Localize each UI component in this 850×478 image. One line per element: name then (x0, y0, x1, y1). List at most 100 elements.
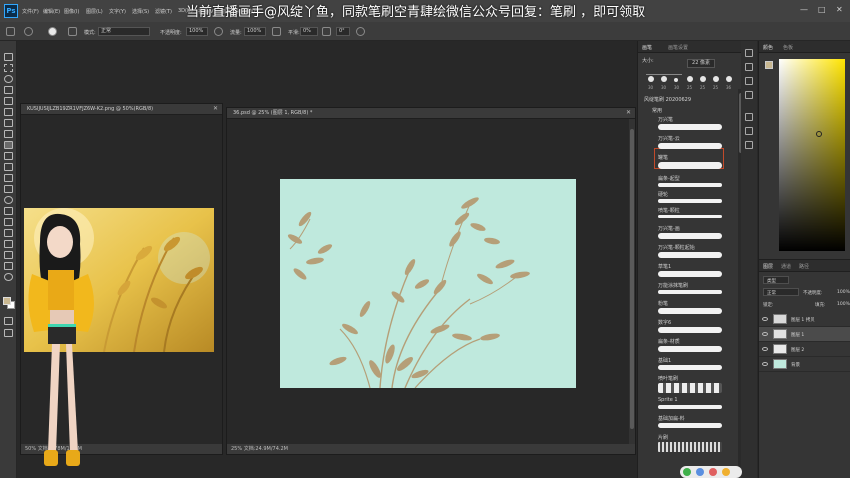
blend-mode-select[interactable]: 正常 (763, 288, 799, 296)
doc-close-icon[interactable]: ✕ (213, 104, 218, 114)
brush-item-label[interactable]: 万兴笔 (658, 116, 673, 123)
menu-filter[interactable]: 滤镜(T) (155, 8, 172, 15)
brush-item-label[interactable]: 基础1 (658, 357, 671, 364)
close-button[interactable]: ✕ (836, 5, 843, 14)
tab-paths[interactable]: 路径 (799, 263, 809, 270)
brush-stroke-preview[interactable] (658, 383, 722, 393)
tab-channels[interactable]: 通道 (781, 263, 791, 270)
menu-layer[interactable]: 图层(L) (86, 8, 103, 15)
smoothing-settings-icon[interactable] (322, 27, 331, 36)
brush-item-label[interactable]: 扁条-起型 (658, 175, 680, 182)
angle-input[interactable]: 0° (336, 27, 350, 36)
layer-opacity-value[interactable]: 100% (837, 290, 850, 295)
brush-size-slider[interactable] (646, 74, 682, 75)
brush-item-label[interactable]: 万兴笔-画 (658, 225, 680, 232)
brush-item-label[interactable]: 万兴笔-颗粒起始 (658, 244, 695, 251)
brush-preset-picker[interactable] (48, 27, 57, 36)
brush-tool-active-icon[interactable] (4, 141, 13, 149)
brush-stroke-preview[interactable] (658, 423, 722, 428)
move-tool-icon[interactable] (4, 53, 13, 61)
brush-item-label[interactable]: 数字6 (658, 319, 671, 326)
brush-item-label[interactable]: 万能涂抹笔刷 (658, 282, 688, 289)
eyedropper-tool-icon[interactable] (4, 119, 13, 127)
fill-value[interactable]: 100% (837, 302, 850, 307)
brush-stroke-preview[interactable] (658, 405, 722, 409)
brush-item-label[interactable]: 罐笔 (658, 154, 668, 161)
preset-5[interactable] (726, 76, 732, 82)
preset-4[interactable] (713, 76, 719, 82)
quick-select-tool-icon[interactable] (4, 86, 13, 94)
brush-item-label[interactable]: 硬轮 (658, 191, 668, 198)
brush-stroke-preview[interactable] (658, 124, 722, 130)
menu-file[interactable]: 文件(F) (22, 8, 39, 15)
eraser-tool-icon[interactable] (4, 174, 13, 182)
eye-icon[interactable] (762, 332, 768, 336)
brush-stroke-preview[interactable] (658, 199, 722, 203)
preset-6[interactable] (648, 76, 654, 82)
brush-stroke-preview[interactable] (658, 233, 722, 239)
tab-layers[interactable]: 图层 (763, 263, 773, 270)
layer-kind-filter[interactable]: 类型 (763, 276, 789, 284)
brush-stroke-preview[interactable] (658, 143, 722, 149)
layer-row[interactable]: 图层 1 拷贝 (759, 312, 850, 327)
color-panel-foreground-swatch[interactable] (765, 61, 773, 69)
layer-row[interactable]: 图层 2 (759, 342, 850, 357)
brush-stroke-preview[interactable] (658, 346, 722, 352)
frame-tool-icon[interactable] (4, 108, 13, 116)
brush-stroke-preview[interactable] (658, 252, 722, 258)
blur-tool-icon[interactable] (4, 196, 13, 204)
tab-swatches[interactable]: 色板 (783, 44, 793, 51)
tab-brush-settings[interactable]: 画笔设置 (668, 44, 688, 51)
airbrush-icon[interactable] (272, 27, 281, 36)
brush-stroke-preview[interactable] (658, 271, 722, 277)
brush-item-label[interactable]: 扁条-材质 (658, 338, 680, 345)
brush-stroke-preview[interactable] (658, 215, 722, 218)
preset-1[interactable] (674, 78, 678, 82)
smoothing-input[interactable]: 0% (300, 27, 318, 36)
preset-7[interactable] (661, 76, 667, 82)
brush-item-label[interactable]: 草笔1 (658, 263, 671, 270)
brush-item-label[interactable]: Sprite 1 (658, 397, 678, 403)
marquee-tool-icon[interactable] (4, 64, 13, 72)
reference-document-tab[interactable]: KUSIJUSIJLZB19ZR1VFJZ6W-K2.png @ 50%(RGB… (21, 104, 222, 115)
eye-icon[interactable] (762, 347, 768, 351)
maximize-button[interactable]: □ (818, 5, 826, 14)
menu-select[interactable]: 选择(S) (132, 8, 149, 15)
main-document-tab[interactable]: 36.psd @ 25% (图层 1, RGB/8) * (227, 108, 635, 119)
brush-subfolder[interactable]: 常用 (652, 107, 662, 114)
brush-item-label[interactable]: 万兴笔-云 (658, 135, 680, 142)
eye-icon[interactable] (762, 317, 768, 321)
brush-panel-icon[interactable] (745, 77, 753, 85)
artwork-canvas[interactable] (280, 179, 576, 388)
tab-brushes[interactable]: 画笔 (642, 44, 652, 51)
clone-stamp-tool-icon[interactable] (4, 152, 13, 160)
brush-item-label[interactable]: 粉笔 (658, 300, 668, 307)
brush-item-label[interactable]: 喷笔-颗粒 (658, 207, 680, 214)
tab-color[interactable]: 颜色 (763, 44, 773, 51)
gradient-tool-icon[interactable] (4, 185, 13, 193)
brush-tool-icon[interactable] (24, 27, 33, 36)
menu-image[interactable]: 图像(I) (64, 8, 79, 15)
character-icon[interactable] (745, 113, 753, 121)
brush-item-label[interactable]: 喷叶笔刷 (658, 375, 678, 382)
flow-input[interactable]: 100% (244, 27, 266, 36)
menu-type[interactable]: 文字(Y) (109, 8, 126, 15)
mode-select[interactable]: 正常 (98, 27, 150, 36)
brush-folder[interactable]: 风绽笔刷 20200629 (644, 96, 691, 103)
brush-item-label[interactable]: 基础加扁-料 (658, 415, 685, 422)
brush-stroke-preview[interactable] (658, 162, 722, 169)
pressure-opacity-icon[interactable] (214, 27, 223, 36)
clone-source-icon[interactable] (745, 91, 753, 99)
brush-stroke-preview[interactable] (658, 183, 722, 187)
brush-stroke-preview[interactable] (658, 308, 722, 314)
preset-2[interactable] (687, 76, 693, 82)
vertical-scrollbar[interactable] (629, 119, 635, 444)
layer-row-selected[interactable]: 图层 1 (759, 327, 850, 342)
layer-row[interactable]: 背景 (759, 357, 850, 372)
brush-stroke-preview[interactable] (658, 442, 722, 452)
home-icon[interactable] (6, 27, 15, 36)
brush-stroke-preview[interactable] (658, 365, 722, 370)
preset-3[interactable] (700, 76, 706, 82)
brush-item-label[interactable]: 片刷 (658, 434, 668, 441)
history-icon[interactable] (745, 49, 753, 57)
